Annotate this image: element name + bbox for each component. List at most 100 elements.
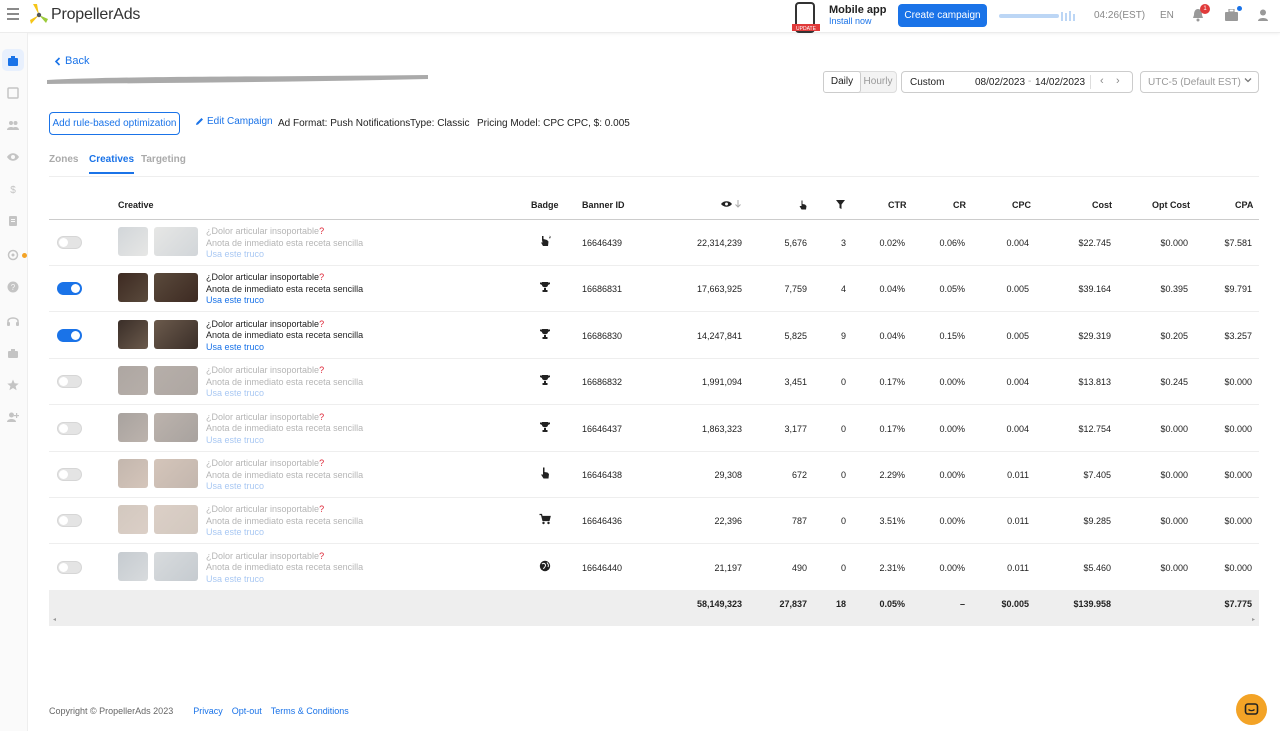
- banner-id: 16646438: [582, 470, 623, 480]
- tab-zones[interactable]: Zones: [49, 154, 78, 172]
- question-mark-icon: ?: [319, 365, 325, 376]
- chevron-right-icon[interactable]: ›: [1116, 75, 1120, 87]
- globe-icon: [539, 560, 551, 571]
- help-icon[interactable]: ?: [7, 281, 19, 293]
- headset-icon[interactable]: [7, 315, 19, 327]
- creative-image[interactable]: [154, 412, 198, 442]
- chevron-left-icon[interactable]: ‹: [1100, 75, 1104, 87]
- cpc: 0.011: [1007, 470, 1029, 480]
- col-opt-cost[interactable]: Opt Cost: [1152, 200, 1190, 210]
- create-campaign-button[interactable]: Create campaign: [898, 4, 987, 27]
- click-icon[interactable]: [799, 200, 807, 210]
- add-rule-optimization-button[interactable]: Add rule-based optimization: [49, 112, 180, 135]
- creative-image[interactable]: [154, 459, 198, 488]
- star-icon[interactable]: [7, 379, 19, 391]
- creative-status-toggle[interactable]: [57, 468, 82, 481]
- col-ctr[interactable]: CTR: [888, 200, 907, 210]
- creative-status-toggle[interactable]: [57, 282, 82, 296]
- logo[interactable]: PropellerAds: [28, 2, 140, 28]
- edit-campaign-link[interactable]: Edit Campaign: [195, 116, 273, 127]
- date-from[interactable]: 08/02/2023: [975, 77, 1025, 88]
- col-cr[interactable]: CR: [953, 200, 966, 210]
- col-impressions[interactable]: [721, 200, 741, 210]
- optout-link[interactable]: Opt-out: [232, 706, 262, 716]
- creative-thumbnail-icon[interactable]: [118, 505, 148, 535]
- totals-row: 58,149,323 27,837 18 0.05% – $0.005 $139…: [49, 590, 1259, 626]
- chevron-left-icon: [54, 56, 61, 66]
- ctr: 0.04%: [879, 330, 905, 341]
- date-to[interactable]: 14/02/2023: [1035, 77, 1085, 88]
- cost: $12.754: [1078, 423, 1111, 434]
- creative-status-toggle[interactable]: [57, 560, 82, 574]
- creative-status-toggle[interactable]: [57, 328, 82, 342]
- creative-image[interactable]: [154, 273, 198, 303]
- privacy-link[interactable]: Privacy: [193, 706, 223, 716]
- total-cost: $139.958: [1073, 599, 1111, 609]
- col-creative[interactable]: Creative: [118, 200, 154, 210]
- creative-thumbnail-icon[interactable]: [118, 319, 148, 349]
- tab-creatives[interactable]: Creatives: [89, 154, 135, 174]
- reports-icon[interactable]: [7, 215, 19, 227]
- scroll-right-arrow[interactable]: ▸: [1252, 616, 1255, 623]
- scroll-left-arrow[interactable]: ◂: [53, 616, 56, 623]
- impressions: 21,197: [714, 562, 742, 573]
- date-range-picker[interactable]: Custom 08/02/2023 - 14/02/2023 ‹ ›: [901, 71, 1133, 93]
- fire-hand-icon: [541, 235, 551, 246]
- install-now-link[interactable]: Install now: [829, 16, 886, 27]
- conversions: 0: [840, 470, 846, 480]
- creative-image[interactable]: [154, 227, 198, 256]
- creative-status-toggle[interactable]: [57, 375, 82, 389]
- creative-thumbnail-icon[interactable]: [118, 459, 148, 488]
- creative-thumbnail-icon[interactable]: [118, 551, 148, 581]
- creative-status-toggle[interactable]: [57, 236, 82, 249]
- col-badge[interactable]: Badge: [531, 200, 559, 210]
- creative-description: Anota de inmediato esta receta sencilla: [206, 515, 364, 526]
- creative-thumbnail-icon[interactable]: [118, 273, 148, 303]
- creative-status-toggle[interactable]: [57, 421, 82, 435]
- briefcase-icon[interactable]: [1225, 9, 1238, 21]
- creative-image[interactable]: [154, 366, 198, 396]
- mobile-app-promo[interactable]: UPDATE Mobile app Install now: [789, 2, 886, 33]
- creative-image[interactable]: [154, 505, 198, 535]
- hamburger-menu-icon[interactable]: [7, 8, 19, 22]
- creative-status-toggle[interactable]: [57, 514, 82, 528]
- add-user-icon[interactable]: [7, 411, 19, 423]
- creative-image[interactable]: [154, 551, 198, 581]
- dollar-icon[interactable]: $: [7, 183, 19, 195]
- user-icon[interactable]: [1258, 9, 1268, 21]
- creative-cta: Usa este truco: [206, 295, 265, 306]
- terms-link[interactable]: Terms & Conditions: [271, 706, 349, 716]
- back-link[interactable]: Back: [54, 55, 89, 67]
- col-banner-id[interactable]: Banner ID: [582, 200, 625, 210]
- language-selector[interactable]: EN: [1160, 10, 1174, 21]
- col-cpc[interactable]: CPC: [1012, 200, 1031, 210]
- tools-icon[interactable]: [7, 347, 19, 359]
- cr: 0.00%: [939, 516, 965, 527]
- banner-id: 16646436: [582, 516, 623, 527]
- timezone-select[interactable]: UTC-5 (Default EST): [1140, 71, 1259, 93]
- cpc: 0.004: [1006, 238, 1029, 248]
- creative-thumbnail-icon[interactable]: [118, 412, 148, 442]
- creative-image[interactable]: [154, 319, 198, 349]
- funnel-icon[interactable]: [836, 200, 845, 209]
- impressions: 1,863,323: [701, 423, 742, 434]
- campaigns-icon[interactable]: [7, 55, 19, 67]
- audiences-icon[interactable]: [7, 119, 19, 131]
- pointer-hand-icon: [541, 467, 549, 479]
- banner-id: 16686830: [582, 330, 623, 341]
- creatives-icon[interactable]: [7, 87, 19, 99]
- tracking-icon[interactable]: [7, 249, 19, 261]
- tab-targeting[interactable]: Targeting: [141, 154, 186, 172]
- eye-icon[interactable]: [7, 151, 19, 163]
- granularity-hourly[interactable]: Hourly: [860, 72, 896, 92]
- creative-thumbnail-icon[interactable]: [118, 227, 148, 256]
- cart-icon: [539, 514, 551, 525]
- col-cost[interactable]: Cost: [1092, 200, 1112, 210]
- col-cpa[interactable]: CPA: [1235, 200, 1253, 210]
- chat-button[interactable]: [1236, 694, 1267, 725]
- creative-title-text: ¿Dolor articular insoportable: [206, 272, 320, 283]
- creative-thumbnail-icon[interactable]: [118, 366, 148, 396]
- creative-title: ¿Dolor articular insoportable?: [206, 551, 363, 563]
- impressions: 1,991,094: [701, 377, 742, 388]
- granularity-daily[interactable]: Daily: [823, 71, 861, 93]
